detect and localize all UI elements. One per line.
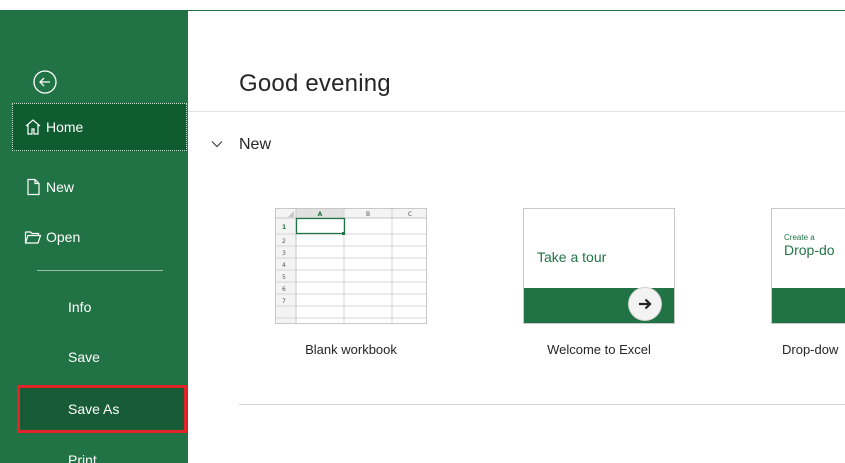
grid-row-4: 4 (282, 262, 286, 269)
section-title-new[interactable]: New (239, 136, 271, 154)
nav-home[interactable]: Home (12, 103, 187, 151)
top-strip (188, 10, 845, 11)
grid-row-1: 1 (282, 224, 286, 231)
chevron-down-icon[interactable] (210, 137, 224, 151)
template-drop-down[interactable]: Create a Drop-do (771, 208, 845, 324)
backstage-sidebar: Home New Open Info Save Save As Print (0, 10, 188, 463)
home-icon (25, 119, 41, 135)
grid-row-7: 7 (282, 298, 286, 305)
nav-open-label: Open (46, 229, 81, 245)
section-divider (239, 404, 845, 405)
nav-save[interactable]: Save (0, 335, 188, 379)
dropdown-tile-title: Drop-do (784, 242, 835, 258)
nav-info[interactable]: Info (0, 285, 188, 329)
nav-save-as[interactable]: Save As (17, 385, 187, 433)
dropdown-tile-small-text: Create a (784, 233, 815, 242)
nav-save-as-label: Save As (68, 401, 120, 417)
grid-row-5: 5 (282, 274, 286, 281)
nav-home-label: Home (46, 119, 84, 135)
nav-info-label: Info (68, 299, 92, 315)
template-welcome-to-excel[interactable]: Take a tour (523, 208, 675, 324)
spreadsheet-grid-preview: A B C 1 2 3 4 5 6 7 (276, 209, 426, 323)
grid-col-c: C (408, 211, 412, 218)
arrow-right-icon (628, 287, 662, 321)
tour-tile-text: Take a tour (537, 249, 607, 265)
page-title: Good evening (239, 70, 391, 97)
back-arrow-icon (33, 70, 57, 94)
nav-print[interactable]: Print (0, 438, 188, 463)
nav-new-label: New (46, 179, 75, 195)
grid-col-b: B (366, 211, 370, 218)
grid-row-2: 2 (282, 238, 286, 245)
template-blank-workbook[interactable]: A B C 1 2 3 4 5 6 7 (275, 208, 427, 324)
grid-row-6: 6 (282, 286, 286, 293)
nav-new[interactable]: New (0, 165, 188, 209)
nav-open[interactable]: Open (0, 215, 188, 259)
caption-drop-down[interactable]: Drop-dow (782, 342, 845, 357)
nav-save-label: Save (68, 349, 100, 365)
sidebar-divider (37, 270, 163, 271)
caption-welcome-to-excel[interactable]: Welcome to Excel (519, 342, 679, 357)
open-folder-icon (24, 231, 42, 244)
new-document-icon (27, 178, 40, 196)
dropdown-tile-band (772, 288, 845, 323)
grid-row-3: 3 (282, 250, 286, 257)
caption-blank-workbook[interactable]: Blank workbook (271, 342, 431, 357)
header-divider (188, 111, 845, 112)
grid-col-a: A (318, 211, 323, 218)
back-button[interactable] (31, 68, 59, 96)
nav-print-label: Print (68, 452, 97, 463)
